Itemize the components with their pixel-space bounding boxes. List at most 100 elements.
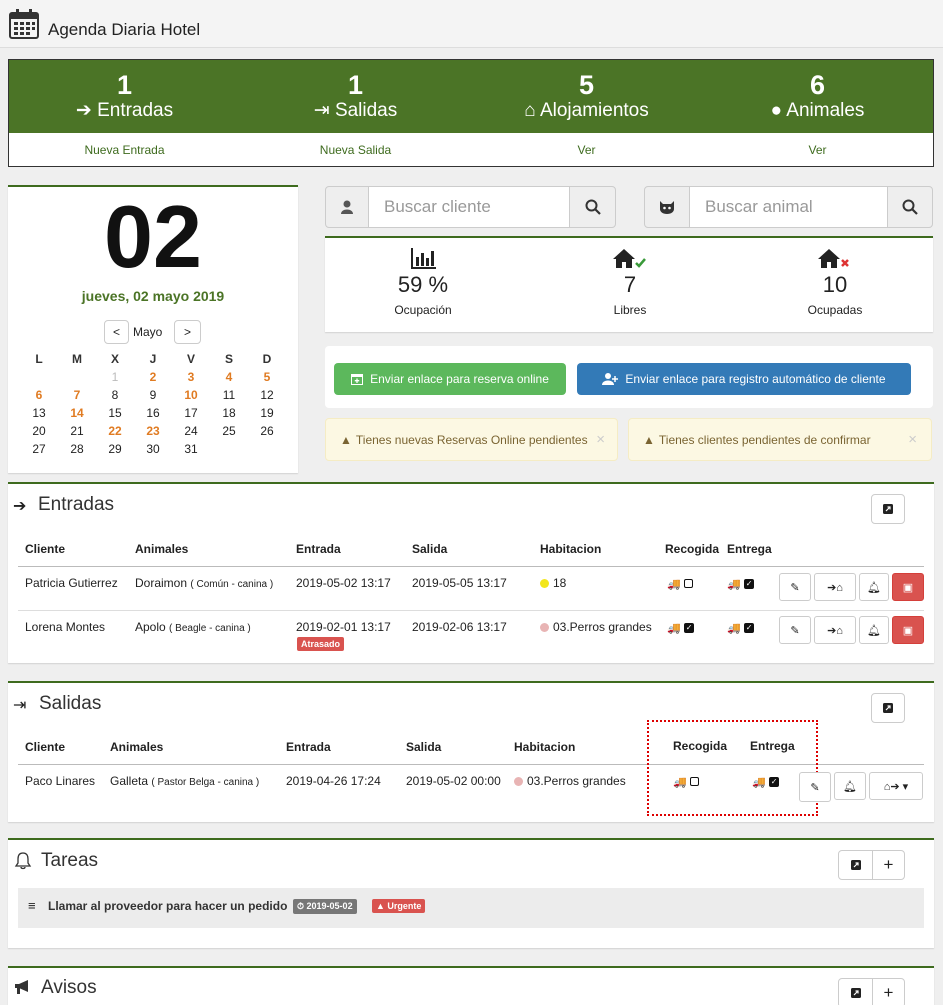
- animal-search-input[interactable]: Buscar animal: [689, 186, 888, 228]
- delete-button[interactable]: ▣: [892, 573, 924, 601]
- calendar-day-cell[interactable]: 25: [210, 422, 248, 440]
- occupied-rooms-stat: 10 Ocupadas: [737, 238, 933, 317]
- calendar-day-cell[interactable]: 10: [172, 386, 210, 404]
- online-booking-button[interactable]: Enviar enlace para reserva online: [334, 363, 566, 395]
- next-month-button[interactable]: >: [174, 320, 201, 344]
- close-icon[interactable]: ×: [908, 431, 917, 448]
- calendar-day-cell[interactable]: 5: [248, 368, 286, 386]
- notify-button[interactable]: 🔔︎: [834, 772, 866, 800]
- calendar-day-cell[interactable]: 24: [172, 422, 210, 440]
- notify-button[interactable]: 🔔︎: [859, 573, 889, 601]
- calendar-day-cell[interactable]: 22: [96, 422, 134, 440]
- avisos-expand-button[interactable]: [838, 978, 873, 1005]
- occupancy-label: Ocupación: [394, 303, 452, 317]
- occupancy-panel: 59 % Ocupación 7 Libres 10 Ocupadas: [325, 236, 933, 332]
- calendar-empty-cell: [58, 368, 96, 386]
- auto-register-button[interactable]: Enviar enlace para registro automático d…: [577, 363, 911, 395]
- client-search-button[interactable]: [569, 186, 616, 228]
- pickup-cell: 🚚 ✓: [667, 620, 695, 634]
- task-item[interactable]: ≡ Llamar al proveedor para hacer un pedi…: [18, 888, 924, 928]
- row-animal[interactable]: Doraimon ( Común - canina ): [135, 576, 273, 590]
- stat-entradas[interactable]: 1 ➔ Entradas Nueva Entrada: [9, 60, 240, 157]
- check-in-button[interactable]: ➔⌂: [814, 573, 856, 601]
- stat-alojamientos[interactable]: 5 ⌂ Alojamientos Ver: [471, 60, 702, 157]
- edit-button[interactable]: ✎: [779, 616, 811, 644]
- arrow-home-icon: ➔⌂: [827, 581, 843, 594]
- calendar-day-cell[interactable]: 14: [58, 404, 96, 422]
- delivery-checkbox[interactable]: ✓: [744, 578, 755, 589]
- calendar-day-cell[interactable]: 16: [134, 404, 172, 422]
- edit-button[interactable]: ✎: [779, 573, 811, 601]
- calendar-day-cell[interactable]: 30: [134, 440, 172, 458]
- stat-animales[interactable]: 6 ● Animales Ver: [702, 60, 933, 157]
- animal-search-button[interactable]: [887, 186, 933, 228]
- stat-salidas[interactable]: 1 ⇥ Salidas Nueva Salida: [240, 60, 471, 157]
- pickup-checkbox[interactable]: [690, 777, 700, 787]
- alert-pending-clients-text: Tienes clientes pendientes de confirmar: [658, 432, 871, 447]
- delivery-checkbox[interactable]: ✓: [744, 622, 755, 633]
- check-out-dropdown[interactable]: ⌂➔ ▾: [869, 772, 923, 800]
- calendar-day-cell[interactable]: 19: [248, 404, 286, 422]
- calendar-day-cell[interactable]: 13: [20, 404, 58, 422]
- calendar-day-cell[interactable]: 9: [134, 386, 172, 404]
- salidas-title: Salidas: [39, 693, 102, 714]
- calendar-day-cell[interactable]: 26: [248, 422, 286, 440]
- nueva-salida-link[interactable]: Nueva Salida: [240, 143, 471, 157]
- calendar-day-cell[interactable]: 8: [96, 386, 134, 404]
- prev-month-button[interactable]: <: [104, 320, 129, 344]
- calendar-day-cell[interactable]: 1: [96, 368, 134, 386]
- pickup-cell: 🚚: [667, 576, 694, 590]
- calendar-day-cell[interactable]: 20: [20, 422, 58, 440]
- calendar-day-cell[interactable]: 18: [210, 404, 248, 422]
- calendar-day-cell[interactable]: 17: [172, 404, 210, 422]
- client-search-input[interactable]: Buscar cliente: [368, 186, 570, 228]
- calendar-day-cell[interactable]: 23: [134, 422, 172, 440]
- calendar-day-cell[interactable]: 2: [134, 368, 172, 386]
- calendar-day-cell[interactable]: 3: [172, 368, 210, 386]
- calendar-day-cell[interactable]: 15: [96, 404, 134, 422]
- calendar-day-cell[interactable]: 27: [20, 440, 58, 458]
- arrow-home-icon: ➔⌂: [827, 624, 843, 637]
- close-icon[interactable]: ×: [596, 431, 605, 448]
- ver-animales-link[interactable]: Ver: [702, 143, 933, 157]
- home-icon: ⌂: [524, 100, 536, 121]
- calendar-day-cell[interactable]: 11: [210, 386, 248, 404]
- app-title: Agenda Diaria Hotel: [48, 20, 201, 39]
- nueva-entrada-link[interactable]: Nueva Entrada: [9, 143, 240, 157]
- warning-icon: ▲: [643, 432, 655, 447]
- add-notice-button[interactable]: +: [872, 978, 905, 1005]
- check-in-button[interactable]: ➔⌂: [814, 616, 856, 644]
- row-animal[interactable]: Apolo ( Beagle - canina ): [135, 620, 251, 634]
- calendar-day-cell[interactable]: 6: [20, 386, 58, 404]
- notify-button[interactable]: 🔔︎: [859, 616, 889, 644]
- bell-icon: 🔔︎: [867, 624, 881, 637]
- salidas-expand-button[interactable]: [871, 693, 905, 723]
- calendar-day-cell[interactable]: 31: [172, 440, 210, 458]
- delivery-checkbox[interactable]: ✓: [769, 776, 780, 787]
- entradas-expand-button[interactable]: [871, 494, 905, 524]
- stat-entradas-count: 1: [116, 70, 133, 100]
- delete-button[interactable]: ▣: [892, 616, 924, 644]
- calendar-day-cell[interactable]: 21: [58, 422, 96, 440]
- calendar-day-cell[interactable]: 4: [210, 368, 248, 386]
- calendar-day-cell[interactable]: 28: [58, 440, 96, 458]
- tareas-expand-button[interactable]: [838, 850, 873, 880]
- edit-button[interactable]: ✎: [799, 772, 831, 802]
- row-animal[interactable]: Galleta ( Pastor Belga - canina ): [110, 774, 259, 788]
- calendar-empty-cell: [20, 368, 58, 386]
- drag-handle-icon[interactable]: ≡: [28, 898, 36, 913]
- pickup-cell: 🚚: [673, 774, 700, 788]
- weekday-header: J: [149, 352, 157, 366]
- calendar-day-cell[interactable]: 7: [58, 386, 96, 404]
- pickup-checkbox[interactable]: ✓: [684, 622, 695, 633]
- ver-alojamientos-link[interactable]: Ver: [471, 143, 702, 157]
- sign-in-icon: ➔: [75, 100, 92, 121]
- add-task-button[interactable]: +: [872, 850, 905, 880]
- calendar-day-cell[interactable]: 12: [248, 386, 286, 404]
- edit-icon: ✎: [790, 624, 800, 637]
- external-link-icon: [883, 504, 893, 514]
- calendar-day-cell[interactable]: 29: [96, 440, 134, 458]
- col-entrega: Entrega: [727, 542, 772, 556]
- pickup-checkbox[interactable]: [684, 579, 694, 589]
- occupied-rooms-label: Ocupadas: [807, 303, 863, 317]
